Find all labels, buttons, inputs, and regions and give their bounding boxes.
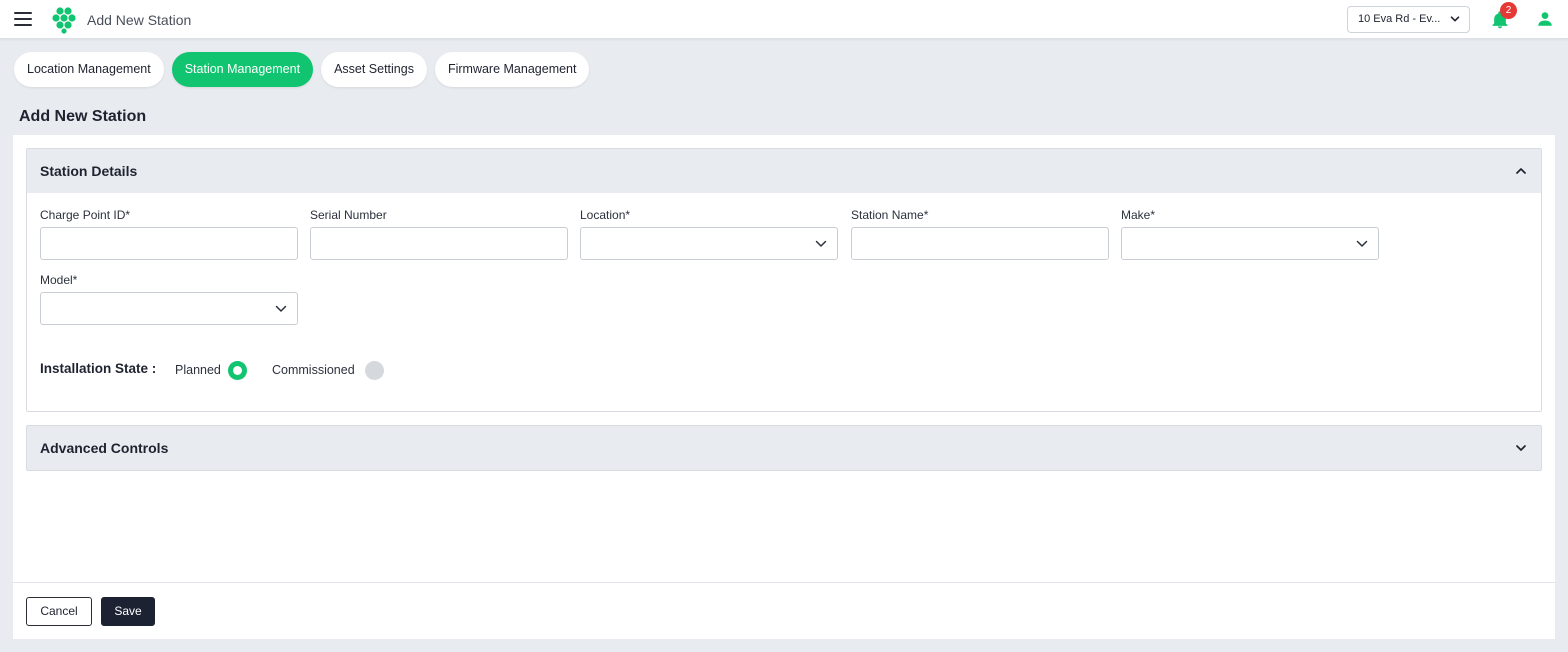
tab-location-management[interactable]: Location Management: [14, 52, 164, 87]
location-select[interactable]: [580, 227, 838, 260]
cancel-button[interactable]: Cancel: [26, 597, 92, 626]
tab-station-management[interactable]: Station Management: [171, 52, 314, 87]
chevron-down-icon: [815, 240, 827, 247]
station-details-section: Station Details Charge Point ID* Serial …: [26, 148, 1542, 412]
location-selector-value: 10 Eva Rd - Ev...: [1358, 13, 1441, 25]
model-field: Model*: [40, 273, 298, 325]
radio-commissioned[interactable]: [365, 361, 384, 380]
serial-number-label: Serial Number: [310, 208, 387, 222]
chevron-down-icon[interactable]: [1515, 442, 1527, 454]
notification-badge: 2: [1500, 2, 1517, 19]
charge-point-id-label: Charge Point ID*: [40, 208, 131, 222]
serial-number-input[interactable]: [311, 228, 567, 259]
location-label: Location*: [580, 208, 631, 222]
make-label: Make*: [1121, 208, 1156, 222]
tab-firmware-management[interactable]: Firmware Management: [434, 52, 590, 87]
charge-point-id-field: Charge Point ID*: [40, 208, 298, 260]
app-title: Add New Station: [87, 12, 192, 28]
radio-planned-label: Planned: [175, 363, 221, 377]
hamburger-menu-icon[interactable]: [14, 12, 32, 26]
chevron-up-icon[interactable]: [1515, 165, 1527, 177]
installation-state-label: Installation State :: [40, 361, 157, 376]
charge-point-id-input[interactable]: [41, 228, 297, 259]
location-selector[interactable]: 10 Eva Rd - Ev...: [1347, 6, 1470, 33]
charge-point-id-box: [40, 227, 298, 260]
make-select[interactable]: [1121, 227, 1379, 260]
advanced-controls-section: Advanced Controls: [26, 425, 1542, 471]
station-name-box: [851, 227, 1109, 260]
model-select[interactable]: [40, 292, 298, 325]
serial-number-field: Serial Number: [310, 208, 568, 260]
top-bar: Add New Station 10 Eva Rd - Ev... 2: [0, 0, 1568, 39]
station-name-label: Station Name*: [851, 208, 929, 222]
station-name-input[interactable]: [852, 228, 1108, 259]
app-logo-icon: [52, 7, 76, 34]
chevron-down-icon: [1356, 240, 1368, 247]
serial-number-box: [310, 227, 568, 260]
radio-commissioned-label: Commissioned: [272, 363, 355, 377]
user-icon[interactable]: [1536, 10, 1554, 28]
advanced-controls-title: Advanced Controls: [40, 440, 169, 456]
make-field: Make*: [1121, 208, 1379, 260]
station-name-field: Station Name*: [851, 208, 1109, 260]
save-button[interactable]: Save: [101, 597, 155, 626]
location-field: Location*: [580, 208, 838, 260]
footer-divider: [13, 582, 1555, 583]
model-label: Model*: [40, 273, 78, 287]
tab-asset-settings[interactable]: Asset Settings: [321, 52, 427, 87]
chevron-down-icon: [275, 305, 287, 312]
chevron-down-icon: [1450, 16, 1460, 22]
form-panel: Station Details Charge Point ID* Serial …: [13, 135, 1555, 639]
station-details-title: Station Details: [40, 163, 138, 179]
station-details-header[interactable]: Station Details: [27, 149, 1541, 193]
page-title: Add New Station: [19, 108, 147, 125]
management-tabs: Location Management Station Management A…: [14, 52, 590, 87]
advanced-controls-header[interactable]: Advanced Controls: [27, 426, 1541, 470]
radio-planned[interactable]: [228, 361, 247, 380]
